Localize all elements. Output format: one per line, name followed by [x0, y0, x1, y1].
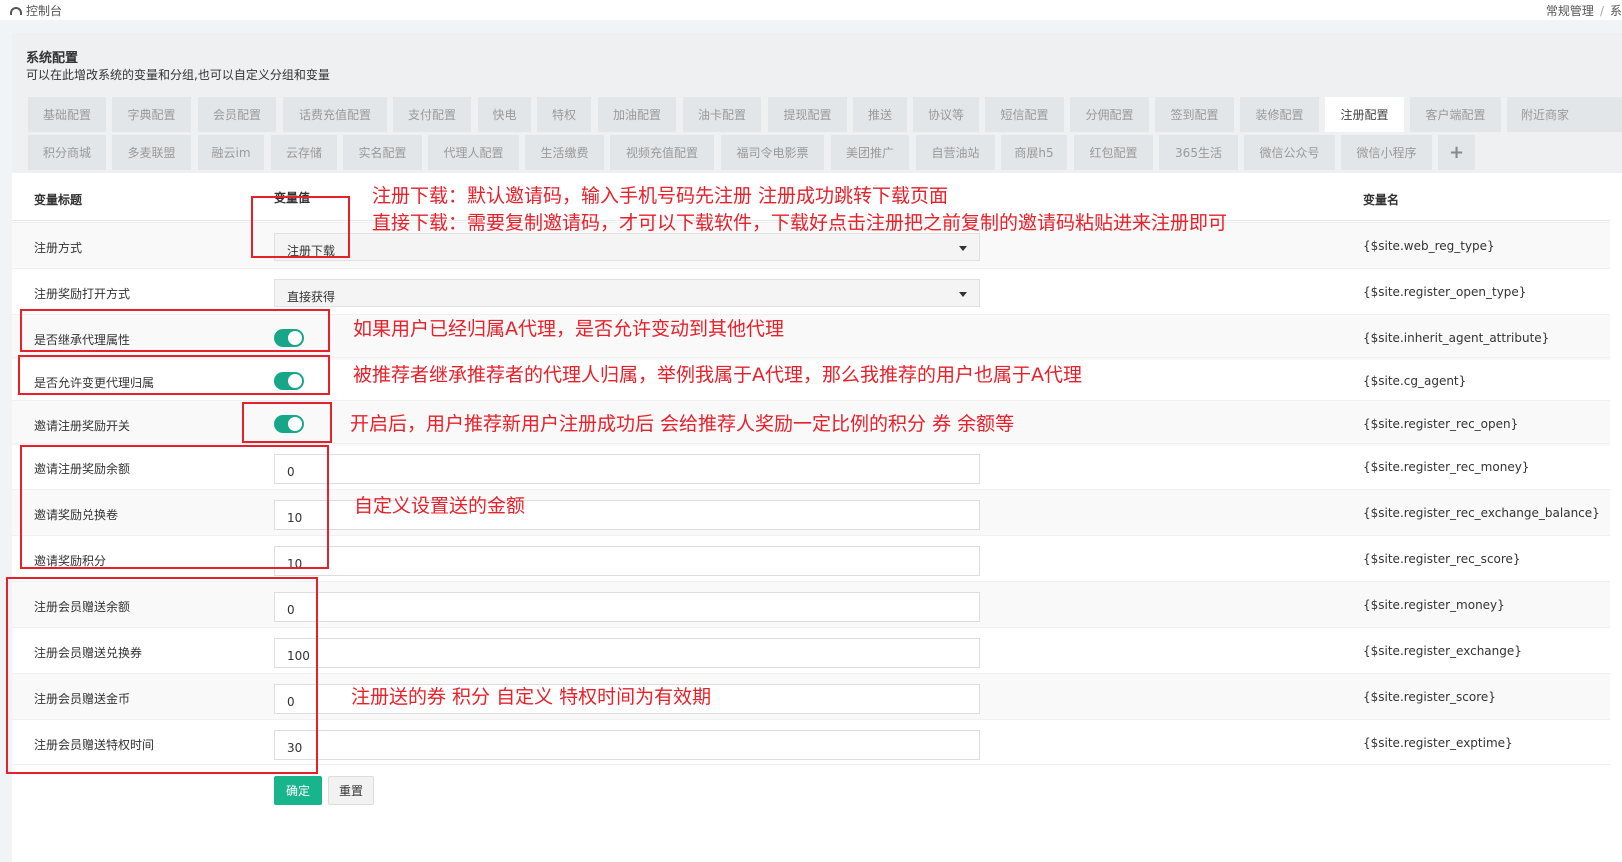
- annotation-register-gift: 注册送的券 积分 自定义 特权时间为有效期: [351, 686, 712, 708]
- tab-privilege[interactable]: 特权: [537, 97, 591, 132]
- tab-register[interactable]: 注册配置: [1325, 97, 1404, 132]
- tab-payment[interactable]: 支付配置: [393, 97, 471, 132]
- tab-quick-charge[interactable]: 快电: [478, 97, 531, 132]
- confirm-button[interactable]: 确定: [274, 776, 322, 805]
- annotation-reg-type-line2: 直接下载：需要复制邀请码，才可以下载软件，下载好点击注册把之前复制的邀请码粘贴进…: [372, 212, 1228, 234]
- tab-commission[interactable]: 分佣配置: [1070, 97, 1149, 132]
- annotation-inherit-agent: 如果用户已经归属A代理，是否允许变动到其他代理: [353, 318, 784, 340]
- tab-real-name[interactable]: 实名配置: [343, 135, 422, 170]
- chevron-down-icon: [959, 246, 967, 251]
- console-title-text: 控制台: [26, 4, 63, 18]
- tab-client[interactable]: 客户端配置: [1410, 97, 1501, 132]
- tab-push[interactable]: 推送: [853, 97, 907, 132]
- tab-dictionary[interactable]: 字典配置: [112, 97, 191, 132]
- page-description: 可以在此增改系统的变量和分组,也可以自定义分组和变量: [26, 68, 330, 82]
- row-label: 注册方式: [34, 241, 83, 255]
- tab-fuel-card[interactable]: 油卡配置: [683, 97, 761, 132]
- row-var: {$site.inherit_agent_attribute}: [1363, 331, 1550, 345]
- tab-duomai-union[interactable]: 多麦联盟: [112, 135, 191, 170]
- row-var: {$site.register_exchange}: [1363, 644, 1522, 658]
- tab-meituan-promo[interactable]: 美团推广: [831, 135, 909, 170]
- tab-sms[interactable]: 短信配置: [985, 97, 1064, 132]
- row-var: {$site.register_money}: [1363, 598, 1505, 612]
- top-bar: 控制台 常规管理 / 系: [0, 0, 1622, 20]
- add-tab-button[interactable]: +: [1438, 135, 1475, 170]
- page-title: 系统配置: [26, 51, 79, 66]
- tab-agreement[interactable]: 协议等: [913, 97, 979, 132]
- tab-self-gas-station[interactable]: 自营油站: [916, 135, 995, 170]
- row-var: {$site.register_score}: [1363, 690, 1496, 704]
- row-label: 注册奖励打开方式: [34, 287, 131, 301]
- annotation-rec-amount: 自定义设置送的金额: [354, 495, 526, 517]
- tab-merchant-h5[interactable]: 商展h5: [1001, 135, 1067, 170]
- row-var: {$site.register_rec_open}: [1363, 417, 1519, 431]
- annotation-box-inherit-agent: [20, 309, 330, 352]
- row-var: {$site.register_rec_exchange_balance}: [1363, 506, 1600, 520]
- rec-score-input[interactable]: 10: [274, 546, 980, 576]
- header-title: 变量标题: [34, 193, 83, 207]
- console-title[interactable]: 控制台: [10, 2, 62, 19]
- open-type-select[interactable]: 直接获得: [274, 279, 980, 307]
- tab-basic[interactable]: 基础配置: [28, 97, 106, 132]
- tab-video-recharge[interactable]: 视频充值配置: [610, 135, 714, 170]
- annotation-box-rec-open: [242, 402, 332, 443]
- row-var: {$site.register_exptime}: [1363, 736, 1513, 750]
- tab-rongcloud-im[interactable]: 融云im: [198, 135, 264, 170]
- tab-decoration[interactable]: 装修配置: [1240, 97, 1319, 132]
- tab-wechat-official[interactable]: 微信公众号: [1244, 135, 1335, 170]
- register-exptime-input[interactable]: 30: [274, 730, 980, 760]
- annotation-cg-agent: 被推荐者继承推荐者的代理人归属，举例我属于A代理，那么我推荐的用户也属于A代理: [353, 364, 1082, 386]
- tab-red-packet[interactable]: 红包配置: [1074, 135, 1153, 170]
- tab-365-life[interactable]: 365生活: [1159, 135, 1238, 170]
- row-var: {$site.register_open_type}: [1363, 285, 1527, 299]
- tab-fuel[interactable]: 加油配置: [598, 97, 676, 132]
- tab-wechat-miniprogram[interactable]: 微信小程序: [1341, 135, 1432, 170]
- annotation-box-rec-reward: [20, 445, 329, 569]
- register-exchange-input[interactable]: 100: [274, 638, 980, 668]
- annotation-rec-open: 开启后，用户推荐新用户注册成功后 会给推荐人奖励一定比例的积分 券 余额等: [350, 413, 1015, 435]
- row-var: {$site.cg_agent}: [1363, 374, 1467, 388]
- row-var: {$site.web_reg_type}: [1363, 239, 1495, 253]
- panel-header: 系统配置 可以在此增改系统的变量和分组,也可以自定义分组和变量 基础配置 字典配…: [12, 33, 1622, 173]
- register-money-input[interactable]: 0: [274, 592, 980, 622]
- row-var: {$site.register_rec_money}: [1363, 460, 1530, 474]
- dashboard-icon: [10, 6, 22, 15]
- breadcrumb: 常规管理 / 系: [1546, 2, 1622, 19]
- tab-life-payment[interactable]: 生活缴费: [525, 135, 604, 170]
- annotation-box-register-gift: [6, 577, 318, 774]
- rec-money-input[interactable]: 0: [274, 454, 980, 484]
- tab-movie-ticket[interactable]: 福司令电影票: [721, 135, 824, 170]
- page-root: 控制台 常规管理 / 系 系统配置 可以在此增改系统的变量和分组,也可以自定义分组和…: [0, 0, 1622, 862]
- row-register-open-type: 注册奖励打开方式 直接获得 {$site.register_open_type}: [12, 268, 1610, 314]
- row-label: 邀请注册奖励开关: [34, 419, 131, 433]
- annotation-reg-type-line1: 注册下载：默认邀请码，输入手机号码先注册 注册成功跳转下载页面: [372, 185, 949, 207]
- tab-withdraw[interactable]: 提现配置: [768, 97, 847, 132]
- reg-type-select[interactable]: 注册下载: [274, 233, 980, 261]
- tab-nearby-merchants[interactable]: 附近商家: [1507, 97, 1622, 132]
- tab-member[interactable]: 会员配置: [198, 97, 276, 132]
- annotation-box-reg-type: [251, 196, 350, 258]
- tab-phone-recharge[interactable]: 话费充值配置: [283, 97, 387, 132]
- tab-cloud-storage[interactable]: 云存储: [271, 135, 337, 170]
- annotation-box-cg-agent: [18, 355, 330, 395]
- breadcrumb-item-general[interactable]: 常规管理: [1546, 4, 1594, 18]
- tab-checkin[interactable]: 签到配置: [1155, 97, 1234, 132]
- tab-agent[interactable]: 代理人配置: [428, 135, 519, 170]
- reset-button[interactable]: 重置: [328, 776, 374, 805]
- header-name: 变量名: [1363, 193, 1400, 207]
- tab-points-mall[interactable]: 积分商城: [28, 135, 106, 170]
- breadcrumb-separator: /: [1599, 4, 1604, 18]
- breadcrumb-item-system[interactable]: 系: [1610, 4, 1622, 18]
- chevron-down-icon: [959, 292, 967, 297]
- row-var: {$site.register_rec_score}: [1363, 552, 1521, 566]
